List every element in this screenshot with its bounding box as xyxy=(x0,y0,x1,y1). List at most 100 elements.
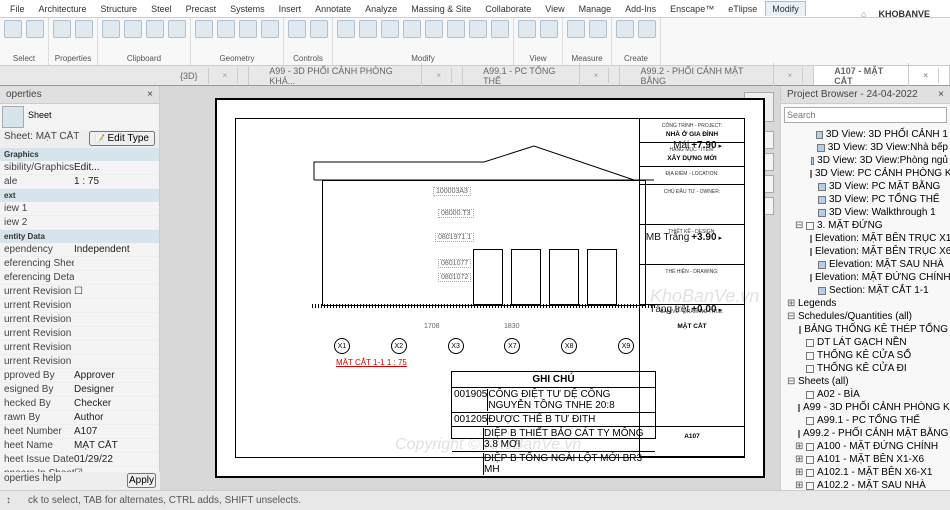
tree-node[interactable]: Elevation: MẶT BÊN TRỤC X1-X6 xyxy=(781,232,950,245)
close-icon[interactable]: × xyxy=(426,68,452,83)
tree-node[interactable]: ⊞A101 - MẶT BÊN X1-X6 xyxy=(781,453,950,466)
prop-row[interactable]: urrent Revision Issued By xyxy=(0,299,159,313)
tool-icon[interactable] xyxy=(217,20,235,38)
ribbon-tab-annotate[interactable]: Annotate xyxy=(309,2,357,16)
ribbon-tab-insert[interactable]: Insert xyxy=(273,2,308,16)
tree-node[interactable]: A99.2 - PHỐI CẢNH MẶT BẰNG xyxy=(781,427,950,440)
prop-row[interactable]: urrent Revision Issued☐ xyxy=(0,285,159,299)
tree-node[interactable]: A99 - 3D PHỐI CẢNH PHÒNG KHÁCH xyxy=(781,401,950,414)
tree-node[interactable]: ⊞A102.2 - MẶT SAU NHÀ xyxy=(781,479,950,490)
tree-node[interactable]: A02 - BÌA xyxy=(781,388,950,401)
tree-node[interactable]: THỐNG KÊ CỬA SỔ xyxy=(781,349,950,362)
ribbon-tab-etlipse[interactable]: eTlipse xyxy=(722,2,763,16)
tree-node[interactable]: Elevation: MẶT ĐỨNG CHÍNH xyxy=(781,271,950,284)
ribbon-tab-manage[interactable]: Manage xyxy=(573,2,618,16)
prop-row[interactable]: iew 1 xyxy=(0,202,159,216)
tree-node[interactable]: 3D View: PC TỔNG THỂ xyxy=(781,193,950,206)
prop-row[interactable]: pproved ByApprover xyxy=(0,369,159,383)
prop-row[interactable]: urrent Revision Date xyxy=(0,327,159,341)
tool-icon[interactable] xyxy=(381,20,399,38)
tool-icon[interactable] xyxy=(447,20,465,38)
close-icon[interactable]: × xyxy=(213,68,239,83)
tool-icon[interactable] xyxy=(403,20,421,38)
ribbon-tab-massing & site[interactable]: Massing & Site xyxy=(405,2,477,16)
apply-button[interactable]: Apply xyxy=(127,473,156,488)
doc-tab[interactable]: A99.2 - PHỐI CẢNH MẶT BẰNG× xyxy=(620,66,814,85)
tree-node[interactable]: Elevation: MẶT BÊN TRỤC X6-X1 xyxy=(781,245,950,258)
tree-node[interactable]: ⊞A100 - MẶT ĐỨNG CHÍNH xyxy=(781,440,950,453)
tool-icon[interactable] xyxy=(337,20,355,38)
tree-node[interactable]: THỐNG KÊ CỬA ĐI xyxy=(781,362,950,375)
ribbon-tab-analyze[interactable]: Analyze xyxy=(359,2,403,16)
tool-icon[interactable] xyxy=(518,20,536,38)
tree-node[interactable]: 3D View: PC CẢNH PHÒNG KHÁCH xyxy=(781,167,950,180)
tree-node[interactable]: ⊞Legends xyxy=(781,297,950,310)
tree-node[interactable]: 3D View: PC MẶT BẰNG xyxy=(781,180,950,193)
tool-icon[interactable] xyxy=(124,20,142,38)
prop-row[interactable]: iew 2 xyxy=(0,216,159,230)
prop-row[interactable]: rawn ByAuthor xyxy=(0,411,159,425)
edit-type-button[interactable]: 📝 Edit Type xyxy=(89,131,155,146)
tree-node[interactable]: Section: MẶT CẮT 1-1 xyxy=(781,284,950,297)
ribbon-tab-view[interactable]: View xyxy=(539,2,570,16)
close-icon[interactable]: × xyxy=(913,68,939,83)
tool-icon[interactable] xyxy=(589,20,607,38)
tool-icon[interactable] xyxy=(425,20,443,38)
ribbon-tab-enscape™[interactable]: Enscape™ xyxy=(664,2,720,16)
prop-row[interactable]: heet NameMẶT CẮT xyxy=(0,439,159,453)
prop-row[interactable]: ependencyIndependent xyxy=(0,243,159,257)
tree-node[interactable]: 3D View: 3D View:Phòng ngủ xyxy=(781,154,950,167)
tool-icon[interactable] xyxy=(567,20,585,38)
ribbon-tab-steel[interactable]: Steel xyxy=(145,2,178,16)
tree-node[interactable]: DT LÁT GẠCH NỀN xyxy=(781,336,950,349)
tool-icon[interactable] xyxy=(239,20,257,38)
tool-icon[interactable] xyxy=(638,20,656,38)
prop-row[interactable]: eferencing Sheet xyxy=(0,257,159,271)
properties-help[interactable]: operties help xyxy=(4,473,127,488)
prop-row[interactable]: urrent Revision Issued To xyxy=(0,313,159,327)
ribbon-tab-add-ins[interactable]: Add-Ins xyxy=(619,2,662,16)
ribbon-tab-architecture[interactable]: Architecture xyxy=(33,2,93,16)
doc-tab[interactable]: A107 - MẶT CẮT× xyxy=(814,66,950,85)
tool-icon[interactable] xyxy=(359,20,377,38)
tree-node[interactable]: ⊞A102.1 - MẶT BÊN X6-X1 xyxy=(781,466,950,479)
tree-node[interactable]: ⊟Sheets (all) xyxy=(781,375,950,388)
ribbon-tab-modify[interactable]: Modify xyxy=(765,1,806,16)
ribbon-tab-systems[interactable]: Systems xyxy=(224,2,271,16)
tree-node[interactable]: ⊟Schedules/Quantities (all) xyxy=(781,310,950,323)
tool-icon[interactable] xyxy=(491,20,509,38)
tree-node[interactable]: 3D View: 3D PHỐI CẢNH 1 xyxy=(781,128,950,141)
prop-row[interactable]: heet NumberA107 xyxy=(0,425,159,439)
prop-row[interactable]: urrent Revision Descripti... xyxy=(0,341,159,355)
browser-search[interactable] xyxy=(784,107,947,123)
tree-node[interactable]: Elevation: MẶT SAU NHÀ xyxy=(781,258,950,271)
ribbon-tab-collaborate[interactable]: Collaborate xyxy=(479,2,537,16)
prop-row[interactable]: ale1 : 75 xyxy=(0,175,159,189)
prop-row[interactable]: heet Issue Date01/29/22 xyxy=(0,453,159,467)
tool-icon[interactable] xyxy=(540,20,558,38)
prop-row[interactable]: hecked ByChecker xyxy=(0,397,159,411)
tree-node[interactable]: A99.1 - PC TỔNG THỂ xyxy=(781,414,950,427)
tool-icon[interactable] xyxy=(4,20,22,38)
ribbon-tab-structure[interactable]: Structure xyxy=(95,2,144,16)
ribbon-tab-precast[interactable]: Precast xyxy=(180,2,223,16)
ribbon-tab-file[interactable]: File xyxy=(4,2,31,16)
tool-icon[interactable] xyxy=(195,20,213,38)
prop-row[interactable]: eferencing Detail xyxy=(0,271,159,285)
tool-icon[interactable] xyxy=(53,20,71,38)
prop-row[interactable]: sibility/Graphics Overrid...Edit... xyxy=(0,161,159,175)
doc-tab[interactable]: A99.1 - PC TỔNG THỂ× xyxy=(463,66,620,85)
tool-icon[interactable] xyxy=(102,20,120,38)
tool-icon[interactable] xyxy=(26,20,44,38)
tree-node[interactable]: ⊟3. MẶT ĐỨNG xyxy=(781,219,950,232)
prop-row[interactable]: urrent Revision xyxy=(0,355,159,369)
prop-row[interactable]: esigned ByDesigner xyxy=(0,383,159,397)
tool-icon[interactable] xyxy=(75,20,93,38)
viewport[interactable]: CÔNG TRÌNH - PROJECT:NHÀ Ở GIA ĐÌNH HẠNG… xyxy=(160,86,780,490)
tool-icon[interactable] xyxy=(288,20,306,38)
tree-node[interactable]: 3D View: Walkthrough 1 xyxy=(781,206,950,219)
tool-icon[interactable] xyxy=(469,20,487,38)
tree-node[interactable]: BẢNG THỐNG KÊ THÉP TỔNG xyxy=(781,323,950,336)
close-icon[interactable]: × xyxy=(584,68,610,83)
type-selector[interactable]: Sheet xyxy=(26,106,157,128)
